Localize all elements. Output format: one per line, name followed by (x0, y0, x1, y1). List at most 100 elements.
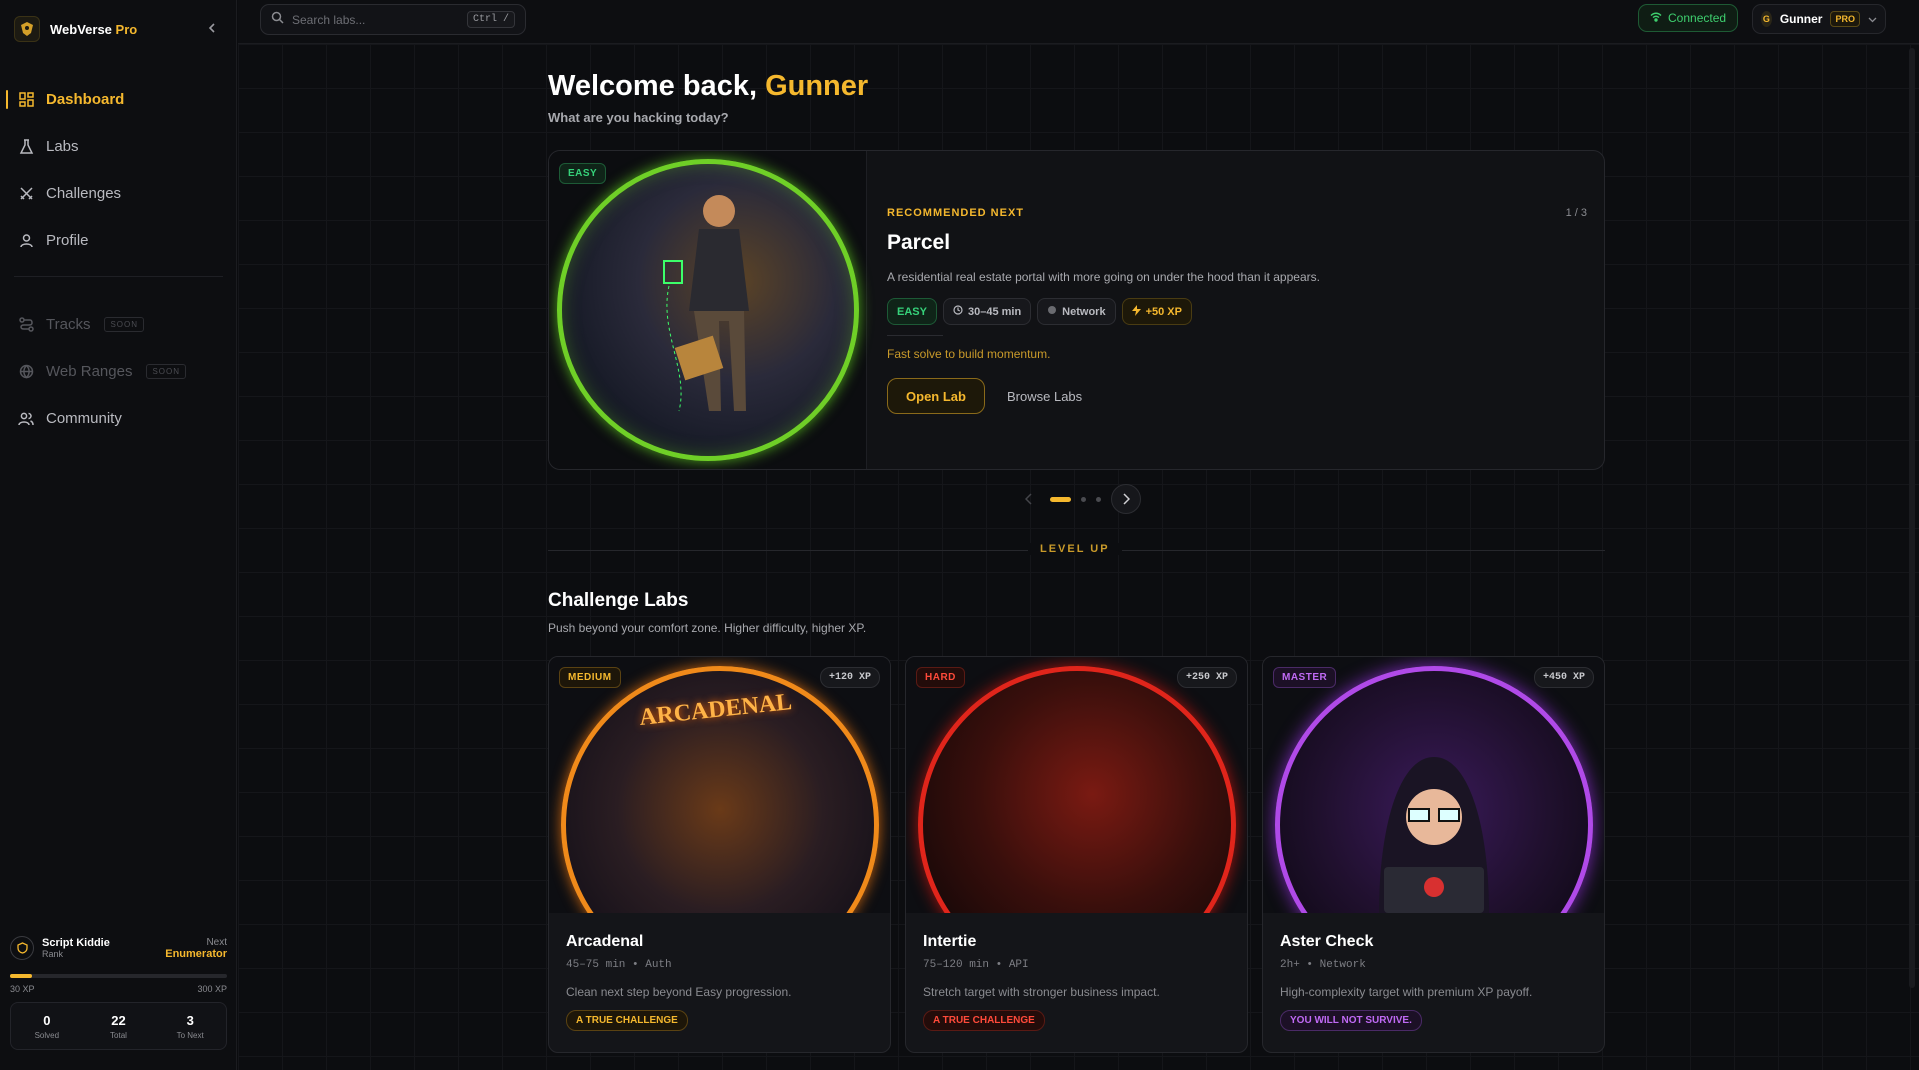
card-description: High-complexity target with premium XP p… (1280, 985, 1533, 999)
section-label: LEVEL UP (1028, 543, 1122, 555)
search-icon (271, 11, 284, 29)
xp-progress-fill (10, 974, 32, 978)
next-rank-value: Enumerator (165, 947, 227, 960)
soon-badge: SOON (146, 364, 187, 379)
main-area: Ctrl / Connected G Gunner PRO Welcome ba… (238, 0, 1919, 1070)
card-title: Arcadenal (566, 933, 644, 950)
card-meta: 75–120 min • API (923, 959, 1029, 971)
search-box[interactable]: Ctrl / (260, 4, 526, 35)
sidebar-item-label: Community (46, 410, 122, 427)
carousel-dot[interactable] (1096, 496, 1101, 502)
page-subtitle: What are you hacking today? (548, 110, 729, 125)
swords-icon (18, 186, 34, 202)
sidebar-item-web-ranges[interactable]: Web Ranges SOON (0, 348, 237, 395)
brand-name: WebVerse Pro (50, 21, 138, 37)
sidebar-item-community[interactable]: Community (0, 395, 237, 442)
lab-chips: EASY 30–45 min Network +50 XP (887, 298, 1192, 325)
chevron-down-icon (1868, 10, 1877, 28)
card-badge: A TRUE CHALLENGE (566, 1010, 688, 1031)
difficulty-chip: EASY (887, 298, 937, 325)
open-lab-button[interactable]: Open Lab (887, 378, 985, 414)
time-chip: 30–45 min (942, 298, 1032, 325)
carousel-dot[interactable] (1050, 496, 1071, 502)
next-rank-label: Next (206, 936, 227, 948)
topbar: Ctrl / Connected G Gunner PRO (238, 0, 1919, 44)
hooded-hacker-illustration (1379, 757, 1489, 913)
card-artwork (1263, 657, 1604, 913)
xp-badge: +250 XP (1176, 667, 1237, 688)
sidebar-item-label: Web Ranges (46, 363, 133, 380)
carousel-dot[interactable] (1081, 496, 1086, 502)
xp-badge: +450 XP (1533, 667, 1594, 688)
rank-title: Script Kiddie (42, 937, 110, 949)
challenge-card-aster-check[interactable]: MASTER +450 XP Aster Check 2h+ • Network… (1262, 656, 1605, 1053)
avatar: G (1761, 11, 1772, 27)
rank-sub: Rank (42, 949, 64, 959)
xp-badge: +120 XP (819, 667, 880, 688)
card-title: Intertie (923, 933, 977, 950)
card-badge: A TRUE CHALLENGE (923, 1010, 1045, 1031)
scrollbar[interactable] (1909, 48, 1915, 988)
card-meta: 2h+ • Network (1280, 959, 1366, 971)
soon-badge: SOON (104, 317, 145, 332)
stat-to-next: 3 To Next (176, 1012, 204, 1040)
challenge-card-intertie[interactable]: HARD +250 XP Intertie 75–120 min • API S… (905, 656, 1248, 1053)
shortcut-hint: Ctrl / (466, 11, 515, 28)
browse-labs-button[interactable]: Browse Labs (997, 378, 1092, 414)
connection-status[interactable]: Connected (1638, 4, 1739, 32)
stat-total: 22 Total (110, 1012, 127, 1040)
sidebar-item-labs[interactable]: Labs (0, 123, 237, 170)
hacker-illustration (663, 195, 749, 412)
challenge-card-arcadenal[interactable]: ARCADENAL MEDIUM +120 XP Arcadenal 45–75… (548, 656, 891, 1053)
brand[interactable]: WebVerse Pro (14, 16, 137, 42)
difficulty-badge: EASY (559, 163, 607, 184)
sidebar-item-tracks[interactable]: Tracks SOON (0, 301, 237, 348)
card-meta: 45–75 min • Auth (566, 959, 672, 971)
logo-icon (14, 16, 40, 42)
search-input[interactable] (292, 12, 459, 27)
challenge-cards: ARCADENAL MEDIUM +120 XP Arcadenal 45–75… (548, 656, 1605, 1053)
chevron-right-icon[interactable] (1111, 484, 1141, 514)
card-artwork: ARCADENAL (549, 657, 890, 913)
sidebar-item-challenges[interactable]: Challenges (0, 170, 237, 217)
dot-icon (1047, 305, 1057, 318)
difficulty-badge: HARD (916, 667, 965, 688)
recommended-card: EASY RECOMMENDED NEXT 1 / 3 Parcel A res… (548, 150, 1605, 470)
sidebar-item-dashboard[interactable]: Dashboard (0, 76, 237, 123)
sidebar-item-profile[interactable]: Profile (0, 217, 237, 264)
carousel-controls (1018, 484, 1141, 514)
xp-chip: +50 XP (1121, 298, 1192, 325)
clock-icon (953, 305, 963, 318)
collapse-sidebar-icon[interactable] (204, 20, 220, 36)
stats-panel: 0 Solved 22 Total 3 To Next (10, 1002, 227, 1050)
xp-progress-bar (10, 974, 227, 978)
category-chip: Network (1037, 298, 1116, 325)
lab-title: Parcel (887, 231, 951, 254)
chevron-left-icon[interactable] (1018, 488, 1040, 510)
sidebar-item-label: Challenges (46, 185, 122, 202)
user-icon (18, 233, 34, 249)
section-title: Challenge Labs (548, 590, 689, 611)
carousel-counter: 1 / 3 (1565, 207, 1587, 219)
flask-icon (18, 139, 34, 155)
sidebar-item-label: Dashboard (46, 91, 125, 108)
plan-badge: PRO (1830, 11, 1860, 27)
xp-next: 300 XP (197, 984, 227, 994)
sidebar-nav: Dashboard Labs Challenges Profile Tracks… (0, 76, 237, 442)
lab-description: A residential real estate portal with mo… (887, 270, 1320, 284)
user-name: Gunner (1779, 12, 1823, 26)
card-title: Aster Check (1280, 933, 1374, 950)
rank-panel: Script Kiddie Rank Next Enumerator 30 XP… (0, 930, 237, 1050)
wifi-icon (1650, 11, 1662, 25)
sidebar-item-label: Profile (46, 232, 89, 249)
xp-current: 30 XP (10, 984, 35, 994)
grid-icon (18, 92, 34, 108)
page-title: Welcome back, Gunner (548, 70, 869, 102)
sidebar-item-label: Labs (46, 138, 79, 155)
difficulty-badge: MASTER (1273, 667, 1337, 688)
users-icon (18, 411, 34, 427)
card-badge: YOU WILL NOT SURVIVE. (1280, 1010, 1422, 1031)
lab-note: Fast solve to build momentum. (887, 347, 1051, 361)
user-menu[interactable]: G Gunner PRO (1752, 4, 1886, 34)
sidebar: WebVerse Pro Dashboard Labs Challenges P… (0, 0, 237, 1070)
